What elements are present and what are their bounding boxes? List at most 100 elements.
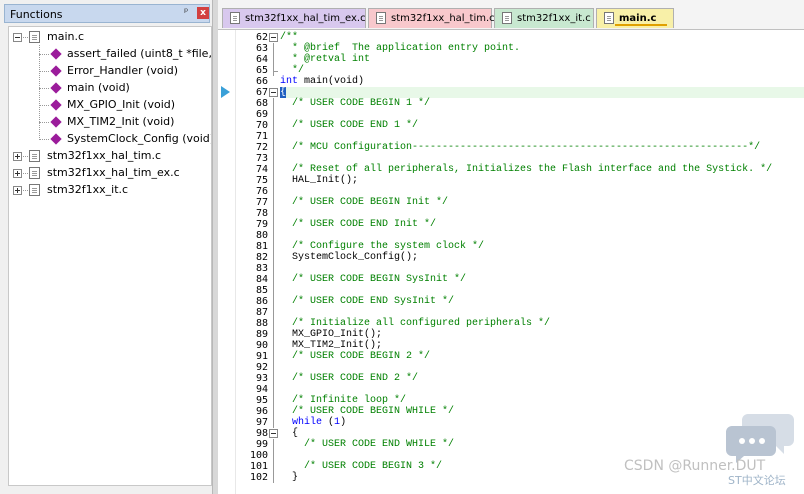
fold-guide <box>273 340 274 351</box>
fold-guide <box>273 450 274 461</box>
forum-logo-icon <box>726 414 794 463</box>
close-icon[interactable]: x <box>197 7 209 19</box>
tab-stm32f1xx-hal-tim-ex-c[interactable]: stm32f1xx_hal_tim_ex.c <box>222 8 366 28</box>
tree-file-label: stm32f1xx_it.c <box>47 183 129 196</box>
code-editor[interactable]: 62 63 64 65 66 67 68 69 70 71 72 73 74 75 76 77 78 79 80 81… <box>218 30 804 494</box>
code-comment-line[interactable]: /* USER CODE END WHILE */ <box>280 439 454 450</box>
code-comment-line[interactable]: /* USER CODE BEGIN SysInit */ <box>280 274 466 285</box>
tree-function-label: MX_TIM2_Init (void) <box>67 115 175 128</box>
code-comment-line[interactable]: /** <box>280 32 298 43</box>
tab-main-c[interactable]: main.c <box>596 8 674 28</box>
code-line[interactable]: SystemClock_Config(); <box>280 252 418 263</box>
fold-toggle-icon[interactable] <box>269 33 278 42</box>
function-icon <box>50 48 62 60</box>
fold-guide <box>273 263 274 274</box>
code-comment-line[interactable]: /* USER CODE BEGIN 3 */ <box>280 461 442 472</box>
code-comment-line[interactable]: /* Configure the system clock */ <box>280 241 484 252</box>
line-number: 102 <box>249 472 268 483</box>
fold-end-marker <box>273 71 278 72</box>
expand-icon[interactable] <box>13 152 22 161</box>
code-line[interactable]: MX_TIM2_Init(); <box>280 340 382 351</box>
fold-guide <box>273 241 274 252</box>
file-icon <box>604 12 614 24</box>
tab-label: stm32f1xx_hal_tim.c <box>391 13 495 24</box>
fold-toggle-icon[interactable] <box>269 88 278 97</box>
fold-column <box>268 30 280 494</box>
tree-function-label: assert_failed (uint8_t *file, uir <box>67 47 212 60</box>
fold-guide <box>273 307 274 318</box>
tab-label: stm32f1xx_it.c <box>517 13 591 24</box>
code-comment-line[interactable]: */ <box>280 65 304 76</box>
tab-stm32f1xx-hal-tim-c[interactable]: stm32f1xx_hal_tim.c <box>368 8 495 28</box>
function-icon <box>50 133 62 145</box>
code-line[interactable]: HAL_Init(); <box>280 175 358 186</box>
fold-guide <box>273 186 274 197</box>
line-number: 82 <box>255 252 268 263</box>
code-line[interactable]: while (1) <box>280 417 346 428</box>
fold-guide <box>273 461 274 472</box>
line-number: 80 <box>255 230 268 241</box>
tree-file-stm32f1xx-it-c[interactable]: stm32f1xx_it.c <box>9 182 209 198</box>
file-icon <box>29 184 40 196</box>
line-number: 101 <box>249 461 268 472</box>
expand-icon[interactable] <box>13 186 22 195</box>
tree-function-label: Error_Handler (void) <box>67 64 178 77</box>
expand-icon[interactable] <box>13 169 22 178</box>
line-number: 87 <box>255 307 268 318</box>
tab-label: main.c <box>619 13 657 24</box>
code-comment-line[interactable]: /* USER CODE END Init */ <box>280 219 436 230</box>
line-number: 63 <box>255 43 268 54</box>
code-line[interactable]: { <box>280 428 298 439</box>
code-comment-line[interactable]: /* Infinite loop */ <box>280 395 406 406</box>
brace-char: { <box>280 87 287 98</box>
pin-icon[interactable]: ᵖ <box>184 7 188 18</box>
code-line[interactable]: int main(void) <box>280 76 364 87</box>
line-number: 92 <box>255 362 268 373</box>
code-comment-line[interactable]: /* USER CODE END 2 */ <box>280 373 418 384</box>
fold-toggle-icon[interactable] <box>269 429 278 438</box>
tree-file-main-c[interactable]: main.c <box>9 29 209 45</box>
line-number: 77 <box>255 197 268 208</box>
code-comment-line[interactable]: /* Initialize all configured peripherals… <box>280 318 550 329</box>
fold-guide <box>273 362 274 373</box>
code-comment-line[interactable]: * @retval int <box>280 54 370 65</box>
code-comment-line[interactable]: /* USER CODE BEGIN WHILE */ <box>280 406 454 417</box>
tree-file-label: stm32f1xx_hal_tim_ex.c <box>47 166 180 179</box>
file-icon <box>502 12 512 24</box>
file-icon <box>29 167 40 179</box>
code-comment-line[interactable]: * @brief The application entry point. <box>280 43 520 54</box>
fold-guide <box>273 472 274 483</box>
fold-guide <box>273 296 274 307</box>
code-comment-line[interactable]: /* USER CODE BEGIN 2 */ <box>280 351 430 362</box>
line-number: 84 <box>255 274 268 285</box>
code-line[interactable]: { <box>280 87 286 98</box>
fold-guide <box>273 98 274 109</box>
code-comment-line[interactable]: /* USER CODE BEGIN 1 */ <box>280 98 430 109</box>
forum-watermark-text: ST中文论坛 <box>728 474 786 487</box>
function-icon <box>50 116 62 128</box>
collapse-icon[interactable] <box>13 33 22 42</box>
tab-stm32f1xx-it-c[interactable]: stm32f1xx_it.c <box>494 8 594 28</box>
code-comment-line[interactable]: /* USER CODE END SysInit */ <box>280 296 454 307</box>
code-comment-line[interactable]: /* USER CODE END 1 */ <box>280 120 418 131</box>
fold-guide <box>273 274 274 285</box>
line-number: 69 <box>255 109 268 120</box>
line-number: 66 <box>255 76 268 87</box>
tree-function-label: MX_GPIO_Init (void) <box>67 98 176 111</box>
fold-guide <box>273 351 274 362</box>
marker-margin <box>218 30 236 494</box>
code-comment-line[interactable]: /* Reset of all peripherals, Initializes… <box>280 164 772 175</box>
line-number: 75 <box>255 175 268 186</box>
keyword: while <box>292 417 323 428</box>
fold-guide <box>273 43 274 54</box>
tree-file-stm32f1xx-hal-tim-c[interactable]: stm32f1xx_hal_tim.c <box>9 148 209 164</box>
tree-file-stm32f1xx-hal-tim-ex-c[interactable]: stm32f1xx_hal_tim_ex.c <box>9 165 209 181</box>
fold-guide <box>273 142 274 153</box>
code-comment-line[interactable]: /* USER CODE BEGIN Init */ <box>280 197 448 208</box>
fold-guide <box>273 230 274 241</box>
code-comment-line[interactable]: /* MCU Configuration--------------------… <box>280 142 760 153</box>
code-line[interactable]: MX_GPIO_Init(); <box>280 329 382 340</box>
fold-guide <box>273 120 274 131</box>
code-line[interactable]: } <box>280 472 298 483</box>
line-number: 89 <box>255 329 268 340</box>
